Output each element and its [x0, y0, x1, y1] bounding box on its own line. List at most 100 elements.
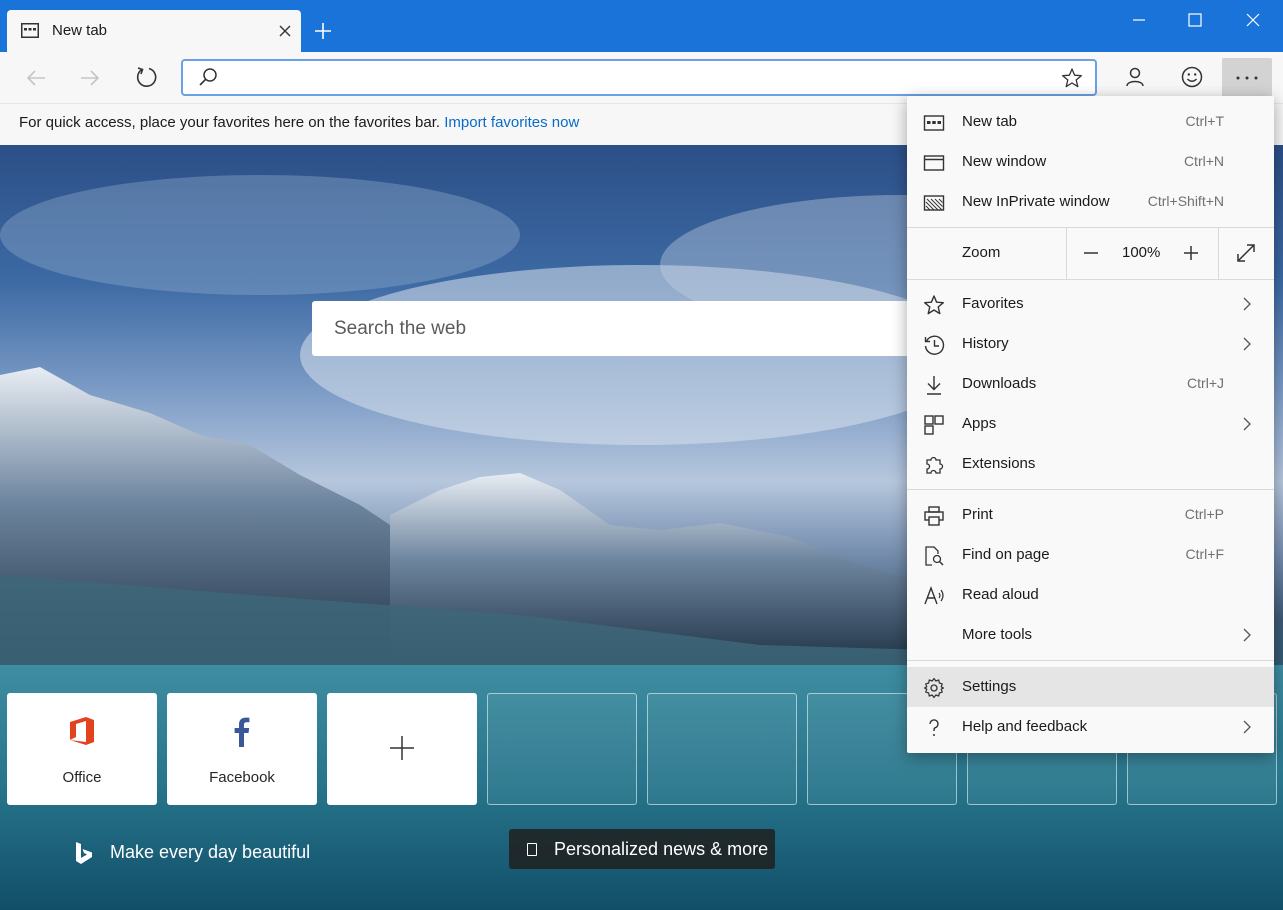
- menu-item-label: Apps: [962, 415, 997, 432]
- new-window-icon: [923, 152, 945, 174]
- menu-item-print[interactable]: Print Ctrl+P: [907, 495, 1274, 535]
- ellipsis-icon: [1235, 75, 1259, 81]
- tab-new-tab[interactable]: New tab: [7, 10, 301, 52]
- menu-item-label: Help and feedback: [962, 718, 1088, 735]
- question-mark-icon: [923, 717, 945, 739]
- menu-item-new-tab[interactable]: New tab Ctrl+T: [907, 102, 1274, 142]
- menu-item-label: New InPrivate window: [962, 193, 1110, 210]
- feedback-smiley-icon[interactable]: [1180, 65, 1204, 89]
- menu-item-new-window[interactable]: New window Ctrl+N: [907, 142, 1274, 182]
- menu-item-label: History: [962, 335, 1009, 352]
- menu-item-shortcut: Ctrl+P: [1184, 506, 1224, 522]
- new-tab-plus-icon[interactable]: [312, 20, 334, 42]
- profile-icon[interactable]: [1123, 65, 1147, 89]
- address-input[interactable]: [227, 65, 1051, 91]
- back-arrow-icon[interactable]: [24, 66, 48, 90]
- settings-and-more-menu: New tab Ctrl+T New window Ctrl+N New InP…: [907, 96, 1274, 753]
- favorite-star-icon[interactable]: [1061, 67, 1083, 89]
- menu-item-label: More tools: [962, 626, 1033, 643]
- bing-tagline: Make every day beautiful: [110, 842, 311, 862]
- menu-item-shortcut: Ctrl+J: [1187, 375, 1224, 391]
- menu-separator: [907, 660, 1274, 661]
- chevron-right-icon: [1240, 719, 1254, 735]
- plus-icon: [387, 733, 417, 765]
- zoom-in-plus-icon[interactable]: [1179, 241, 1203, 265]
- maximize-icon[interactable]: [1186, 11, 1204, 29]
- read-aloud-icon: [923, 585, 945, 607]
- title-bar: New tab: [0, 0, 1283, 52]
- forward-arrow-icon[interactable]: [78, 66, 102, 90]
- menu-separator: [907, 489, 1274, 490]
- chevron-right-icon: [1240, 296, 1254, 312]
- apps-grid-icon: [923, 414, 945, 436]
- menu-item-label: Read aloud: [962, 586, 1039, 603]
- download-icon: [923, 374, 945, 396]
- news-button-label: Personalized news & more: [554, 839, 769, 859]
- web-search-box[interactable]: [312, 301, 912, 356]
- menu-item-more-tools[interactable]: More tools: [907, 615, 1274, 655]
- menu-item-label: Extensions: [962, 455, 1036, 472]
- zoom-out-minus-icon[interactable]: [1079, 241, 1103, 265]
- minimize-icon[interactable]: [1130, 11, 1148, 29]
- find-on-page-icon: [923, 545, 945, 567]
- chevron-right-icon: [1240, 416, 1254, 432]
- search-icon: [197, 66, 219, 88]
- menu-item-label: Settings: [962, 678, 1017, 695]
- star-icon: [923, 294, 945, 316]
- menu-item-help-and-feedback[interactable]: Help and feedback: [907, 707, 1274, 747]
- menu-item-label: Find on page: [962, 546, 1050, 563]
- menu-item-shortcut: Ctrl+N: [1183, 153, 1224, 169]
- web-search-input[interactable]: [332, 315, 896, 343]
- top-site-tile-office[interactable]: Office: [7, 693, 157, 805]
- puzzle-piece-icon: [923, 454, 945, 476]
- menu-item-settings[interactable]: Settings: [907, 667, 1274, 707]
- menu-item-apps[interactable]: Apps: [907, 404, 1274, 444]
- settings-and-more-button[interactable]: [1222, 58, 1272, 98]
- add-site-tile[interactable]: [327, 693, 477, 805]
- menu-item-label: Downloads: [962, 375, 1037, 392]
- tab-title: New tab: [52, 22, 108, 39]
- menu-item-label: New window: [962, 153, 1047, 170]
- personalized-news-button[interactable]: Personalized news & more: [509, 829, 775, 869]
- menu-item-label: Print: [962, 506, 993, 523]
- menu-item-read-aloud[interactable]: Read aloud: [907, 575, 1274, 615]
- news-icon: [527, 843, 537, 856]
- import-favorites-link[interactable]: Import favorites now: [444, 114, 579, 131]
- close-window-icon[interactable]: [1244, 11, 1262, 29]
- bing-logo-icon: [74, 841, 94, 865]
- full-screen-icon[interactable]: [1234, 241, 1258, 265]
- tile-label: Office: [62, 769, 102, 786]
- close-tab-icon[interactable]: [277, 23, 293, 39]
- address-bar[interactable]: [181, 59, 1097, 96]
- menu-item-downloads[interactable]: Downloads Ctrl+J: [907, 364, 1274, 404]
- tab-page-icon: [21, 23, 39, 38]
- menu-item-label: Favorites: [962, 295, 1024, 312]
- menu-zoom-row: Zoom 100%: [907, 227, 1274, 279]
- menu-item-new-inprivate-window[interactable]: New InPrivate window Ctrl+Shift+N: [907, 182, 1274, 222]
- empty-tile: [647, 693, 797, 805]
- menu-item-shortcut: Ctrl+F: [1185, 546, 1225, 562]
- favorites-bar-message: For quick access, place your favorites h…: [19, 114, 579, 131]
- zoom-level: 100%: [1122, 244, 1161, 261]
- empty-tile: [487, 693, 637, 805]
- tile-label: Facebook: [209, 769, 275, 786]
- zoom-divider: [1066, 227, 1067, 279]
- inprivate-window-icon: [923, 192, 945, 214]
- zoom-divider: [1218, 227, 1219, 279]
- office-logo-icon: [67, 715, 97, 747]
- menu-item-label: New tab: [962, 113, 1018, 130]
- menu-item-shortcut: Ctrl+T: [1185, 113, 1225, 129]
- chevron-right-icon: [1240, 336, 1254, 352]
- refresh-icon[interactable]: [134, 65, 158, 89]
- facebook-logo-icon: [227, 715, 257, 747]
- gear-icon: [923, 677, 945, 699]
- top-site-tile-facebook[interactable]: Facebook: [167, 693, 317, 805]
- menu-item-shortcut: Ctrl+Shift+N: [1147, 193, 1224, 209]
- chevron-right-icon: [1240, 627, 1254, 643]
- favorites-bar-text: For quick access, place your favorites h…: [19, 114, 441, 131]
- menu-item-find-on-page[interactable]: Find on page Ctrl+F: [907, 535, 1274, 575]
- zoom-label: Zoom: [962, 244, 1001, 261]
- menu-item-extensions[interactable]: Extensions: [907, 444, 1274, 484]
- menu-item-history[interactable]: History: [907, 324, 1274, 364]
- menu-item-favorites[interactable]: Favorites: [907, 284, 1274, 324]
